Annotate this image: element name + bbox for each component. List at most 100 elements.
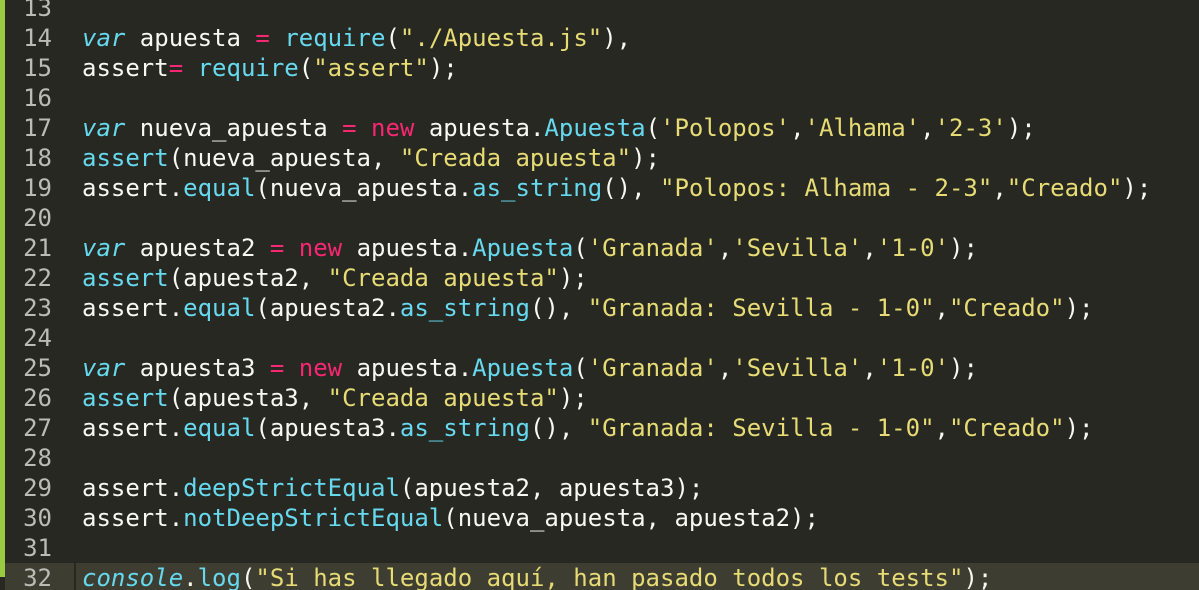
line-code[interactable] [76, 0, 1199, 23]
line-code[interactable]: console.log("Si has llegado aquí, han pa… [76, 563, 1199, 590]
code-token: var [82, 24, 126, 52]
code-line[interactable]: 26 assert(apuesta3, "Creada apuesta"); [0, 383, 1199, 413]
code-token: , [862, 354, 877, 382]
code-line[interactable]: 27 assert.equal(apuesta3.as_string(), "Gr… [0, 413, 1199, 443]
code-token: , [934, 414, 949, 442]
code-token: "Creada apuesta" [327, 264, 559, 292]
code-line[interactable]: 28 [0, 443, 1199, 473]
code-token: (apuesta2, [168, 264, 328, 292]
code-token: "Polopos: Alhama - 2-3" [660, 174, 993, 202]
code-token: "Si has llegado aquí, han pasado todos l… [255, 564, 964, 590]
code-token: ); [1122, 174, 1152, 202]
line-code[interactable]: assert= require("assert"); [76, 53, 1199, 83]
code-token: (apuesta2, apuesta3); [399, 474, 704, 502]
code-line[interactable]: 22 assert(apuesta2, "Creada apuesta"); [0, 263, 1199, 293]
code-line[interactable]: 18 assert(nueva_apuesta, "Creada apuesta"… [0, 143, 1199, 173]
code-token: (apuesta2. [255, 294, 400, 322]
code-line[interactable]: 23 assert.equal(apuesta2.as_string(), "Gr… [0, 293, 1199, 323]
line-code[interactable]: assert(apuesta2, "Creada apuesta"); [76, 263, 1199, 293]
code-token: var [82, 114, 126, 142]
line-code[interactable]: assert.notDeepStrictEqual(nueva_apuesta,… [76, 503, 1199, 533]
line-code[interactable]: var apuesta = require("./Apuesta.js"), [76, 23, 1199, 53]
code-line[interactable]: 14 var apuesta = require("./Apuesta.js"), [0, 23, 1199, 53]
code-token: assert. [82, 174, 184, 202]
code-token: , [862, 234, 877, 262]
code-token: , [717, 234, 733, 262]
code-line[interactable]: 25 var apuesta3 = new apuesta.Apuesta('Gr… [0, 353, 1199, 383]
code-line[interactable]: 15 assert= require("assert"); [0, 53, 1199, 83]
code-line[interactable]: 17 var nueva_apuesta = new apuesta.Apuest… [0, 113, 1199, 143]
line-code[interactable]: var apuesta3 = new apuesta.Apuesta('Gran… [76, 353, 1199, 383]
code-token: ); [1064, 414, 1094, 442]
code-token: assert. [82, 294, 184, 322]
code-token: assert [82, 384, 169, 412]
code-token: 'Sevilla' [732, 234, 863, 262]
code-token: "Creado" [948, 414, 1065, 442]
code-line[interactable]: 31 [0, 533, 1199, 563]
code-token: apuesta. [342, 234, 473, 262]
code-token: , [790, 114, 805, 142]
code-token: equal [183, 294, 256, 322]
line-code[interactable] [76, 533, 1199, 563]
code-line[interactable]: 29 assert.deepStrictEqual(apuesta2, apues… [0, 473, 1199, 503]
code-token: 'Polopos' [660, 114, 791, 142]
code-token: '2-3' [934, 114, 1007, 142]
code-token: assert [82, 264, 169, 292]
line-number: 23 [23, 294, 52, 322]
line-code[interactable]: assert.deepStrictEqual(apuesta2, apuesta… [76, 473, 1199, 503]
code-token: (nueva_apuesta, [168, 144, 400, 172]
line-code[interactable]: assert.equal(nueva_apuesta.as_string(), … [76, 173, 1199, 203]
code-token: log [197, 564, 241, 590]
code-token: '1-0' [876, 354, 950, 382]
line-code[interactable]: var apuesta2 = new apuesta.Apuesta('Gran… [76, 233, 1199, 263]
line-code[interactable] [76, 203, 1199, 233]
code-token: ); [949, 234, 978, 262]
line-code[interactable]: assert(apuesta3, "Creada apuesta"); [76, 383, 1199, 413]
code-line[interactable]: 30 assert.notDeepStrictEqual(nueva_apuest… [0, 503, 1199, 533]
code-line[interactable]: 32 console.log("Si has llegado aquí, han … [0, 563, 1199, 590]
code-line[interactable]: 13 [0, 0, 1199, 23]
code-token: apuesta [125, 24, 256, 52]
line-code[interactable] [76, 443, 1199, 473]
code-token: require [197, 54, 299, 82]
code-token: as_string [472, 174, 603, 202]
code-token: = [269, 234, 285, 262]
code-line[interactable]: 20 [0, 203, 1199, 233]
code-token: (nueva_apuesta. [255, 174, 473, 202]
code-token: apuesta2 [125, 234, 270, 262]
line-code[interactable] [76, 83, 1199, 113]
line-code[interactable]: var nueva_apuesta = new apuesta.Apuesta(… [76, 113, 1199, 143]
code-token: Apuesta [544, 114, 646, 142]
code-lines[interactable]: 13 14 var apuesta = require("./Apuesta.js"… [0, 0, 1199, 590]
code-token: ); [963, 564, 993, 590]
code-token: new [298, 354, 343, 382]
code-token: equal [183, 414, 256, 442]
line-number: 27 [23, 414, 52, 442]
code-token: = [269, 354, 285, 382]
code-token: apuesta. [414, 114, 545, 142]
code-token: ( [573, 354, 588, 382]
code-token: '1-0' [876, 234, 950, 262]
code-token: assert. [82, 474, 184, 502]
code-line[interactable]: 19 assert.equal(nueva_apuesta.as_string()… [0, 173, 1199, 203]
code-line[interactable]: 24 [0, 323, 1199, 353]
code-token: "Creado" [1006, 174, 1123, 202]
code-token: new [371, 114, 415, 142]
code-token: apuesta3 [125, 354, 270, 382]
code-token: assert [82, 54, 169, 82]
code-token: ); [558, 384, 588, 412]
line-code[interactable]: assert(nueva_apuesta, "Creada apuesta"); [76, 143, 1199, 173]
code-line[interactable]: 21 var apuesta2 = new apuesta.Apuesta('Gr… [0, 233, 1199, 263]
line-code[interactable]: assert.equal(apuesta3.as_string(), "Gran… [76, 413, 1199, 443]
code-token: , [934, 294, 949, 322]
line-code[interactable] [76, 323, 1199, 353]
code-line[interactable]: 16 [0, 83, 1199, 113]
code-editor[interactable]: 13 14 var apuesta = require("./Apuesta.js"… [0, 0, 1199, 590]
code-token: (nueva_apuesta, apuesta2); [443, 504, 819, 532]
code-token: assert. [82, 504, 184, 532]
line-code[interactable]: assert.equal(apuesta2.as_string(), "Gran… [76, 293, 1199, 323]
code-token: "./Apuesta.js" [399, 24, 603, 52]
line-number: 20 [23, 204, 52, 232]
